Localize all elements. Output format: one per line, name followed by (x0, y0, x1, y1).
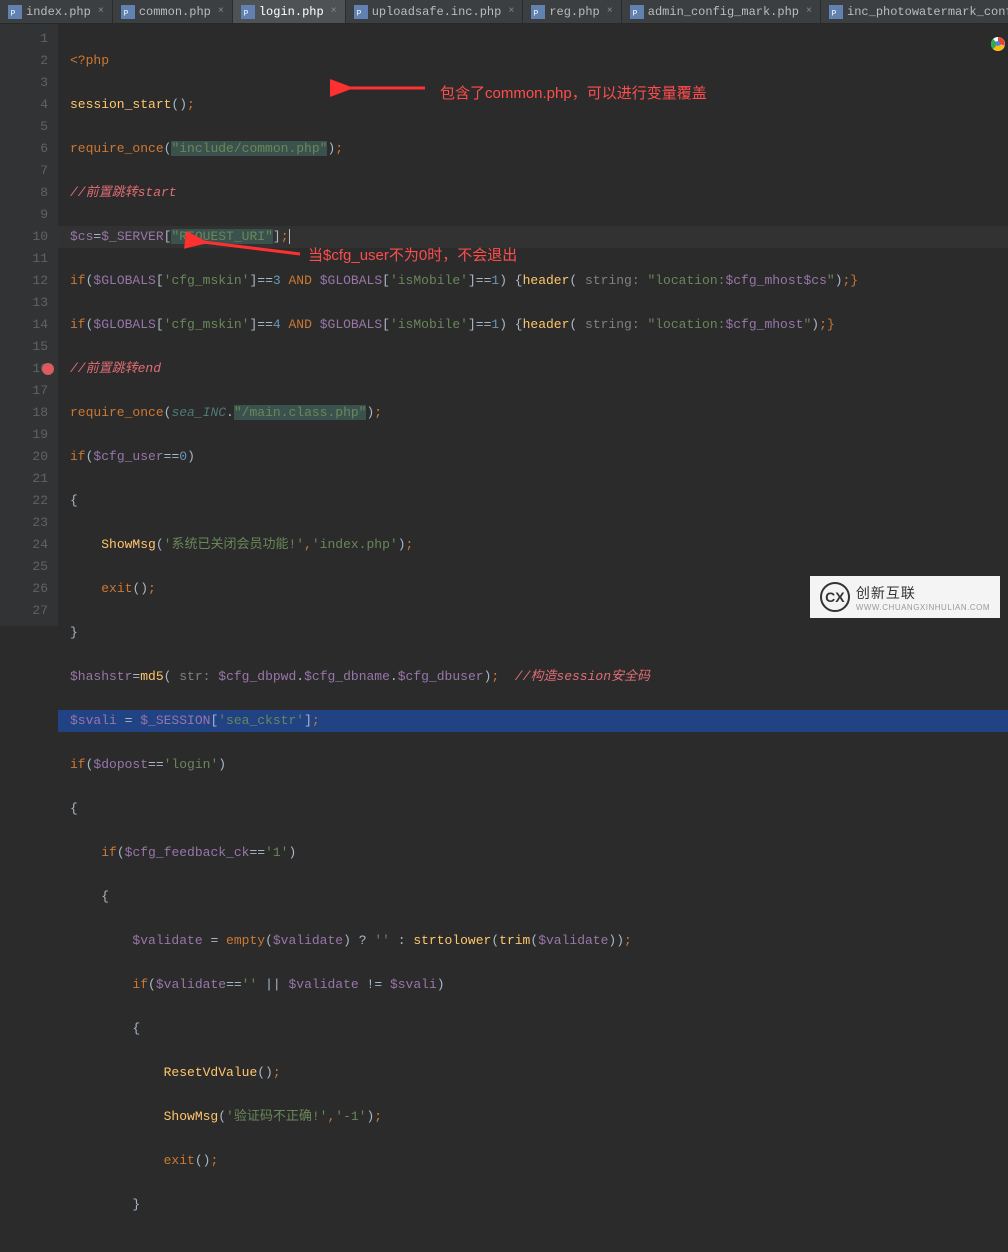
tab-label: uploadsafe.inc.php (372, 5, 502, 19)
tab-label: reg.php (549, 5, 599, 19)
svg-text:P: P (243, 9, 248, 18)
svg-text:P: P (11, 9, 16, 18)
chrome-icon[interactable] (990, 36, 1006, 52)
editor-area: 123456789101112131415 16 171819202122232… (0, 24, 1008, 626)
php-file-icon: P (241, 5, 255, 19)
svg-text:P: P (632, 9, 637, 18)
svg-text:P: P (534, 9, 539, 18)
code-editor[interactable]: <?php session_start(); require_once("inc… (58, 24, 1008, 626)
tab-index[interactable]: Pindex.php × (0, 0, 113, 23)
tab-admin-config[interactable]: Padmin_config_mark.php × (622, 0, 821, 23)
svg-text:P: P (832, 9, 837, 18)
svg-text:P: P (356, 9, 361, 18)
side-icons (988, 30, 1008, 58)
tab-label: admin_config_mark.php (648, 5, 799, 19)
php-file-icon: P (121, 5, 135, 19)
tab-label: inc_photowatermark_config.php (847, 5, 1008, 19)
tab-label: common.php (139, 5, 211, 19)
close-icon[interactable]: × (806, 6, 812, 17)
close-icon[interactable]: × (218, 6, 224, 17)
watermark-brand: 创新互联 (856, 583, 990, 603)
tab-uploadsafe[interactable]: Puploadsafe.inc.php × (346, 0, 524, 23)
breakpoint-icon[interactable] (42, 363, 54, 375)
line-gutter: 123456789101112131415 16 171819202122232… (0, 24, 58, 626)
php-file-icon: P (829, 5, 843, 19)
php-file-icon: P (8, 5, 22, 19)
watermark-sub: WWW.CHUANGXINHULIAN.COM (856, 603, 990, 612)
close-icon[interactable]: × (607, 6, 613, 17)
tab-inc-photo[interactable]: Pinc_photowatermark_config.php× (821, 0, 1008, 23)
close-icon[interactable]: × (331, 6, 337, 17)
svg-text:P: P (123, 9, 128, 18)
php-file-icon: P (630, 5, 644, 19)
tab-bar: Pindex.php × Pcommon.php × Plogin.php × Pup… (0, 0, 1008, 24)
php-file-icon: P (531, 5, 545, 19)
tab-reg[interactable]: Preg.php × (523, 0, 621, 23)
php-file-icon: P (354, 5, 368, 19)
close-icon[interactable]: × (98, 6, 104, 17)
close-icon[interactable]: × (508, 6, 514, 17)
tab-label: login.php (259, 5, 324, 19)
watermark-logo: CX (820, 582, 850, 612)
tab-label: index.php (26, 5, 91, 19)
tab-login[interactable]: Plogin.php × (233, 0, 346, 23)
tab-common[interactable]: Pcommon.php × (113, 0, 233, 23)
watermark: CX 创新互联 WWW.CHUANGXINHULIAN.COM (810, 576, 1000, 618)
